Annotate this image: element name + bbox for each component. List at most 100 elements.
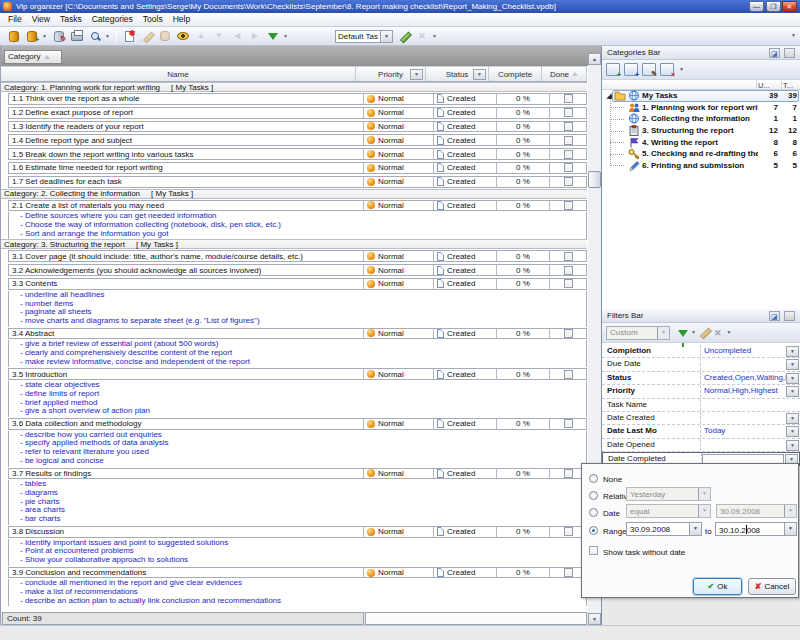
task-box[interactable]: 1.3 Identify the readers of your reportN…: [8, 121, 587, 133]
save-database-button[interactable]: ↻: [51, 29, 67, 44]
task-complete-cell[interactable]: 0 %: [496, 94, 549, 104]
task-complete-cell[interactable]: 0 %: [496, 265, 549, 275]
task-status-cell[interactable]: Created: [433, 94, 496, 104]
filter-value[interactable]: Uncompleted: [701, 345, 786, 357]
column-name[interactable]: Name: [1, 67, 356, 81]
task-status-cell[interactable]: Created: [433, 419, 496, 429]
task-box[interactable]: 2.1 Create a list of materials you may n…: [8, 200, 587, 212]
task-box[interactable]: 1.5 Break down the report writing into v…: [8, 148, 587, 160]
task-status-cell[interactable]: Created: [433, 251, 496, 261]
done-checkbox[interactable]: [564, 108, 573, 117]
task-status-cell[interactable]: Created: [433, 149, 496, 159]
task-row[interactable]: 3.6 Data collection and methodologyNorma…: [1, 417, 587, 431]
task-row[interactable]: 3.4 AbstractNormalCreated0 %: [1, 327, 587, 341]
task-complete-cell[interactable]: 0 %: [496, 177, 549, 187]
filter-preset-combo[interactable]: Custom▼: [606, 326, 670, 340]
filter-dropdown-button[interactable]: ▼: [786, 346, 799, 357]
task-name-cell[interactable]: 3.2 Acknowledgements (you should acknowl…: [9, 265, 363, 275]
task-box[interactable]: 3.2 Acknowledgements (you should acknowl…: [8, 264, 587, 276]
done-checkbox[interactable]: [564, 94, 573, 103]
filter-row-date-opened[interactable]: Date Opened▼: [602, 439, 800, 452]
filter-row-completion[interactable]: CompletionUncompleted▼: [602, 345, 800, 358]
task-template-combo[interactable]: Default Tas▼: [335, 30, 393, 43]
close-button[interactable]: ✕: [782, 1, 797, 12]
column-priority[interactable]: Priority▼: [356, 67, 426, 81]
hide-panel-icon[interactable]: [784, 48, 795, 58]
hide-panel-icon[interactable]: [784, 311, 795, 321]
task-status-cell[interactable]: Created: [433, 469, 496, 479]
move-down-button[interactable]: ▼: [211, 29, 227, 44]
relative-radio[interactable]: [589, 491, 598, 500]
task-priority-cell[interactable]: Normal: [363, 419, 433, 429]
task-box[interactable]: 1.4 Define report type and subjectNormal…: [8, 134, 587, 146]
categories-toolbar-more-icon[interactable]: ▼: [678, 62, 685, 77]
task-name-cell[interactable]: 3.6 Data collection and methodology: [9, 419, 363, 429]
task-status-cell[interactable]: Created: [433, 122, 496, 132]
done-checkbox[interactable]: [564, 136, 573, 145]
task-complete-cell[interactable]: 0 %: [496, 251, 549, 261]
task-priority-cell[interactable]: Normal: [363, 177, 433, 187]
task-name-cell[interactable]: 3.5 Introduction: [9, 369, 363, 379]
group-by-category-button[interactable]: Category: [4, 50, 62, 64]
done-checkbox[interactable]: [564, 329, 573, 338]
task-priority-cell[interactable]: Normal: [363, 108, 433, 118]
filter-value[interactable]: Normal,High,Highest: [701, 385, 786, 397]
task-priority-cell[interactable]: Normal: [363, 527, 433, 537]
scroll-down-button[interactable]: ▼: [588, 613, 601, 625]
task-done-cell[interactable]: [549, 163, 586, 173]
column-complete[interactable]: Complete: [489, 67, 542, 81]
task-priority-cell[interactable]: Normal: [363, 122, 433, 132]
edit-category-button[interactable]: [642, 63, 656, 76]
view-task-button[interactable]: [175, 29, 191, 44]
done-checkbox[interactable]: [564, 527, 573, 536]
task-priority-cell[interactable]: Normal: [363, 201, 433, 211]
show-task-without-date-checkbox[interactable]: [589, 546, 598, 555]
expander-icon[interactable]: [606, 93, 612, 99]
new-database-button[interactable]: +: [24, 29, 40, 44]
dock-panel-icon[interactable]: [769, 48, 780, 58]
toolbar-overflow-icon[interactable]: ▼: [791, 32, 796, 38]
filter-row-task-name[interactable]: Task Name: [602, 399, 800, 412]
filter-row-date-last-mo[interactable]: Date Last MoToday▼: [602, 425, 800, 438]
tree-item-category[interactable]: 5. Checking and re-drafting the rep66: [602, 148, 800, 160]
done-checkbox[interactable]: [564, 469, 573, 478]
delete-filter-icon[interactable]: ✕: [714, 328, 722, 338]
filter-value[interactable]: [701, 399, 800, 411]
filter-row-priority[interactable]: PriorityNormal,High,Highest▼: [602, 385, 800, 398]
filters-toolbar-more-icon[interactable]: ▼: [726, 325, 733, 340]
task-complete-cell[interactable]: 0 %: [496, 108, 549, 118]
task-done-cell[interactable]: [549, 279, 586, 289]
task-box[interactable]: 3.7 Results or findingsNormalCreated0 %: [8, 468, 587, 480]
task-priority-cell[interactable]: Normal: [363, 329, 433, 339]
task-name-cell[interactable]: 3.7 Results or findings: [9, 469, 363, 479]
status-filter-button[interactable]: ▼: [473, 69, 486, 80]
task-status-cell[interactable]: Created: [433, 329, 496, 339]
done-checkbox[interactable]: [564, 122, 573, 131]
task-name-cell[interactable]: 1.5 Break down the report writing into v…: [9, 149, 363, 159]
filter-dropdown-button[interactable]: ▼: [786, 413, 799, 424]
task-box[interactable]: 3.6 Data collection and methodologyNorma…: [8, 418, 587, 430]
print-button[interactable]: [69, 29, 85, 44]
task-done-cell[interactable]: [549, 369, 586, 379]
filter-dropdown-button[interactable]: ▼: [786, 386, 799, 397]
new-task-button[interactable]: ✱: [121, 29, 137, 44]
task-name-cell[interactable]: 3.1 Cover page (it should include: title…: [9, 251, 363, 261]
rename-filter-icon[interactable]: [699, 327, 710, 338]
task-row[interactable]: 1.7 Set deadlines for each taskNormalCre…: [1, 175, 587, 189]
done-checkbox[interactable]: [564, 568, 573, 577]
filter-value[interactable]: Created,Open,Waiting,Put On Hold,Ca: [701, 372, 786, 384]
none-radio[interactable]: [589, 474, 598, 483]
task-name-cell[interactable]: 1.3 Identify the readers of your report: [9, 122, 363, 132]
filter-dropdown-icon[interactable]: ▼: [690, 325, 697, 340]
task-complete-cell[interactable]: 0 %: [496, 329, 549, 339]
tree-item-category[interactable]: 4. Writing the report88: [602, 136, 800, 148]
task-done-cell[interactable]: [549, 265, 586, 275]
task-priority-cell[interactable]: Normal: [363, 568, 433, 578]
task-done-cell[interactable]: [549, 149, 586, 159]
filter-value[interactable]: [701, 412, 786, 424]
task-name-cell[interactable]: 1.6 Estimate time needed for report writ…: [9, 163, 363, 173]
date-value-combo[interactable]: 30.09.2008▼: [716, 504, 797, 518]
dock-panel-icon[interactable]: [769, 311, 780, 321]
indent-task-button[interactable]: ▶: [247, 29, 263, 44]
done-checkbox[interactable]: [564, 266, 573, 275]
